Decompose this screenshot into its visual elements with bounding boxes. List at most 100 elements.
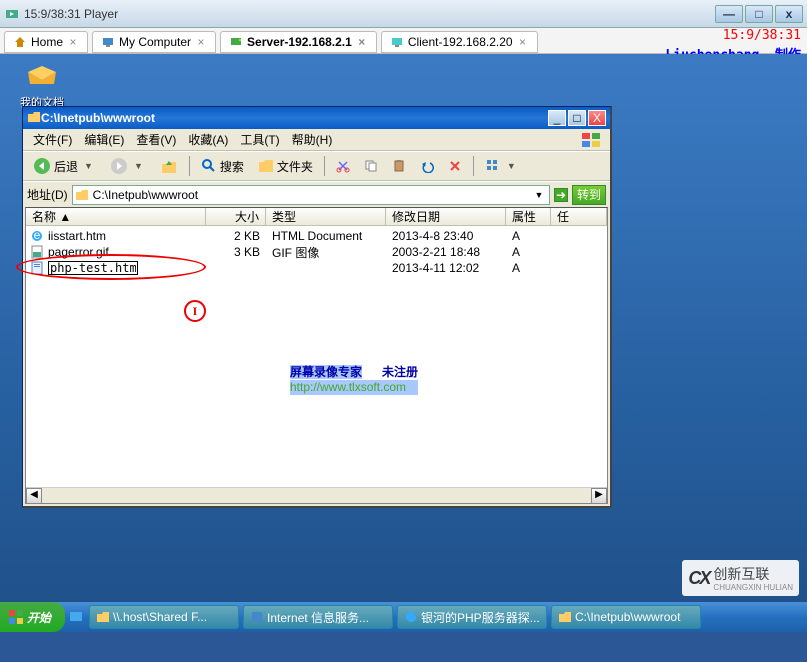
toolbar-separator	[473, 156, 474, 176]
logo-mark: CX	[688, 568, 709, 589]
scroll-track[interactable]	[42, 488, 591, 503]
copy-button[interactable]	[358, 157, 384, 175]
back-button[interactable]: 后退 ▼	[27, 155, 102, 177]
scroll-right-icon[interactable]: ▶	[591, 488, 607, 504]
address-input[interactable]: C:\Inetpub\wwwroot ▼	[72, 185, 550, 205]
file-row-editing[interactable]: 2013-4-11 12:02 A I	[26, 260, 607, 276]
menu-view[interactable]: 查看(V)	[130, 129, 182, 150]
file-icon	[30, 261, 44, 275]
search-button[interactable]: 搜索	[195, 156, 250, 177]
forward-dropdown-icon[interactable]: ▼	[131, 161, 146, 171]
quick-launch[interactable]	[65, 605, 87, 629]
address-path: C:\Inetpub\wwwroot	[93, 188, 531, 202]
logo-overlay: CX 创新互联 CHUANGXIN HULIAN	[682, 560, 799, 596]
player-title: 15:9/38:31 Player	[24, 7, 713, 21]
maximize-button[interactable]: □	[745, 5, 773, 23]
explorer-window: C:\Inetpub\wwwroot _ □ X 文件(F) 编辑(E) 查看(…	[22, 106, 612, 508]
ie-file-icon: e	[30, 229, 44, 243]
tab-close-icon[interactable]: ×	[517, 35, 529, 49]
rename-input[interactable]	[48, 261, 138, 275]
col-size[interactable]: 大小	[206, 208, 266, 225]
search-label: 搜索	[220, 158, 244, 175]
col-attr[interactable]: 属性	[506, 208, 551, 225]
tab-mycomputer[interactable]: My Computer ×	[92, 31, 216, 53]
menu-edit[interactable]: 编辑(E)	[78, 129, 130, 150]
taskbar-button[interactable]: C:\Inetpub\wwwroot	[551, 605, 701, 629]
col-type[interactable]: 类型	[266, 208, 386, 225]
go-arrow-icon[interactable]: ➜	[554, 188, 568, 202]
desktop-icon-mydocs[interactable]: 我的文档	[18, 62, 66, 110]
remote-desktop: 我的文档 C:\Inetpub\wwwroot _ □ X 文件(F) 编辑(E…	[0, 54, 807, 632]
paste-button[interactable]	[386, 157, 412, 175]
taskbar-button[interactable]: 银河的PHP服务器探...	[397, 605, 547, 629]
windows-flag-icon	[580, 131, 606, 149]
menu-tools[interactable]: 工具(T)	[234, 129, 285, 150]
taskbar-button[interactable]: Internet 信息服务...	[243, 605, 393, 629]
client-icon	[390, 35, 404, 49]
file-row[interactable]: pagerror.gif 3 KB GIF 图像 2003-2-21 18:48…	[26, 244, 607, 260]
tab-home[interactable]: Home ×	[4, 31, 88, 53]
col-task[interactable]: 任	[551, 208, 607, 225]
folders-button[interactable]: 文件夹	[252, 156, 319, 177]
explorer-min-button[interactable]: _	[548, 110, 566, 126]
up-button[interactable]	[154, 155, 184, 177]
close-button[interactable]: x	[775, 5, 803, 23]
menubar: 文件(F) 编辑(E) 查看(V) 收藏(A) 工具(T) 帮助(H)	[23, 129, 610, 151]
gif-file-icon	[30, 245, 44, 259]
menu-help[interactable]: 帮助(H)	[286, 129, 339, 150]
cut-button[interactable]	[330, 157, 356, 175]
explorer-titlebar[interactable]: C:\Inetpub\wwwroot _ □ X	[23, 107, 610, 129]
folder-icon	[75, 188, 89, 202]
logo-sub: CHUANGXIN HULIAN	[713, 584, 793, 592]
logo-text: 创新互联	[713, 566, 769, 582]
tab-label: Client-192.168.2.20	[408, 35, 513, 49]
folder-icon	[27, 110, 41, 127]
col-modified[interactable]: 修改日期	[386, 208, 506, 225]
address-dropdown-icon[interactable]: ▼	[531, 190, 547, 200]
taskbar: 开始 \\.host\Shared F... Internet 信息服务... …	[0, 602, 807, 632]
back-dropdown-icon[interactable]: ▼	[81, 161, 96, 171]
computer-icon	[101, 35, 115, 49]
taskbar-button[interactable]: \\.host\Shared F...	[89, 605, 239, 629]
home-icon	[13, 35, 27, 49]
windows-flag-icon	[8, 609, 24, 625]
delete-button[interactable]	[442, 157, 468, 175]
tab-server[interactable]: Server-192.168.2.1 ×	[220, 31, 377, 53]
svg-text:e: e	[34, 229, 41, 242]
col-name[interactable]: 名称 ▲	[26, 208, 206, 225]
go-button[interactable]: 转到	[572, 185, 606, 205]
server-icon	[229, 35, 243, 49]
tab-close-icon[interactable]: ×	[195, 35, 207, 49]
address-label: 地址(D)	[27, 186, 68, 203]
tab-client[interactable]: Client-192.168.2.20 ×	[381, 31, 538, 53]
minimize-button[interactable]: —	[715, 5, 743, 23]
horizontal-scrollbar[interactable]: ◀ ▶	[26, 487, 607, 503]
toolbar: 后退 ▼ ▼ 搜索 文件夹	[23, 151, 610, 181]
tab-close-icon[interactable]: ×	[67, 35, 79, 49]
views-dropdown-icon[interactable]: ▼	[504, 161, 519, 171]
undo-button[interactable]	[414, 157, 440, 175]
folders-label: 文件夹	[277, 158, 313, 175]
player-titlebar: 15:9/38:31 Player — □ x	[0, 0, 807, 28]
annotation-cursor: I	[184, 300, 206, 322]
explorer-close-button[interactable]: X	[588, 110, 606, 126]
tab-label: Server-192.168.2.1	[247, 35, 352, 49]
scroll-left-icon[interactable]: ◀	[26, 488, 42, 504]
file-rows: eiisstart.htm 2 KB HTML Document 2013-4-…	[26, 226, 607, 278]
player-icon	[4, 6, 20, 22]
views-button[interactable]: ▼	[479, 156, 525, 176]
file-row[interactable]: eiisstart.htm 2 KB HTML Document 2013-4-…	[26, 228, 607, 244]
explorer-max-button[interactable]: □	[568, 110, 586, 126]
back-label: 后退	[54, 158, 78, 175]
tab-label: Home	[31, 35, 63, 49]
menu-favorites[interactable]: 收藏(A)	[182, 129, 234, 150]
toolbar-separator	[324, 156, 325, 176]
address-bar: 地址(D) C:\Inetpub\wwwroot ▼ ➜ 转到	[23, 181, 610, 207]
tab-close-icon[interactable]: ×	[356, 35, 368, 49]
forward-button[interactable]: ▼	[104, 155, 152, 177]
tab-label: My Computer	[119, 35, 191, 49]
file-list: 名称 ▲ 大小 类型 修改日期 属性 任 eiisstart.htm 2 KB …	[25, 207, 608, 504]
start-button[interactable]: 开始	[0, 602, 65, 632]
menu-file[interactable]: 文件(F)	[27, 129, 78, 150]
time-overlay: 15:9/38:31	[723, 28, 801, 43]
